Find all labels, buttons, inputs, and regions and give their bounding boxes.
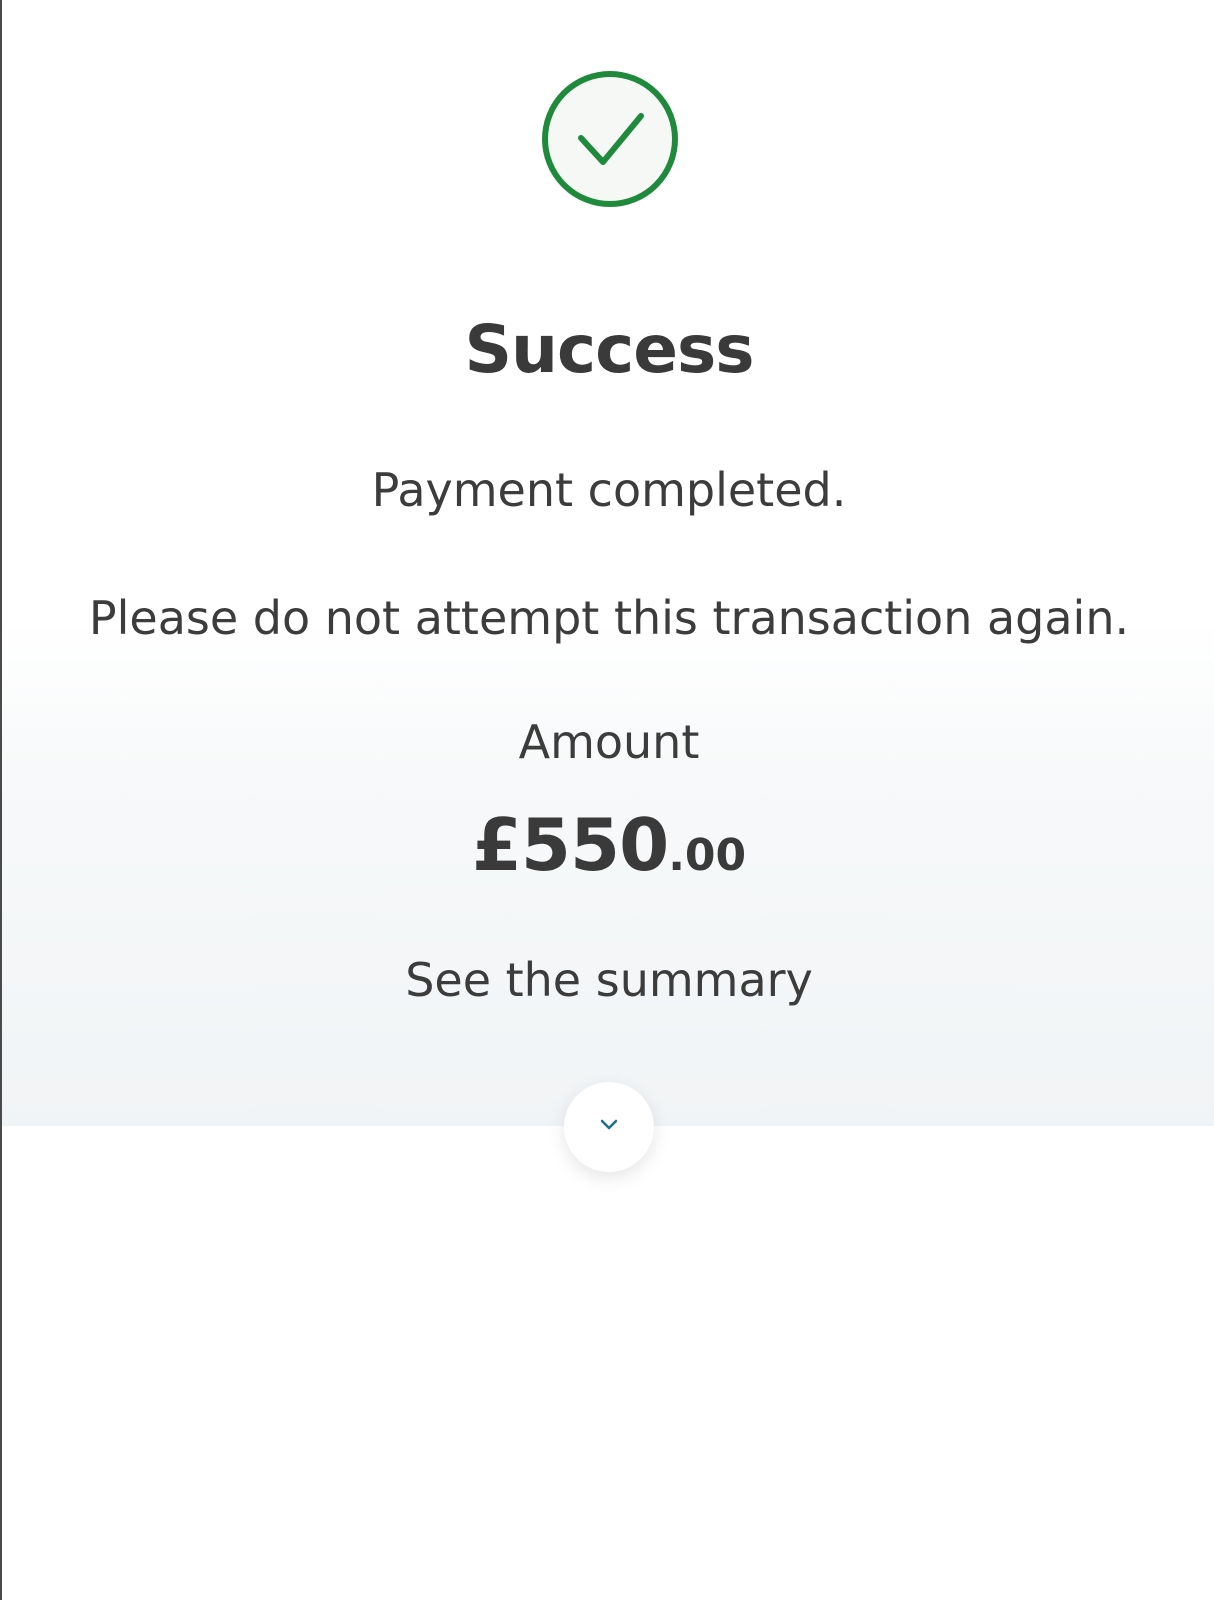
amount-minor: .00 (668, 830, 747, 881)
do-not-retry-warning: Please do not attempt this transaction a… (88, 591, 1130, 645)
payment-success-screen: Success Payment completed. Please do not… (0, 0, 1214, 1600)
check-circle-icon (539, 68, 681, 210)
payment-completed-message: Payment completed. (371, 463, 847, 517)
amount-value: £550.00 (2, 800, 1214, 910)
see-summary-link[interactable]: See the summary (2, 950, 1214, 1010)
success-title: Success (464, 311, 754, 388)
see-summary-label[interactable]: See the summary (405, 953, 813, 1007)
amount-label: Amount (518, 715, 700, 769)
expand-summary-button[interactable] (564, 1082, 654, 1172)
chevron-down-icon (594, 1110, 624, 1144)
amount-major: £550 (471, 803, 669, 887)
